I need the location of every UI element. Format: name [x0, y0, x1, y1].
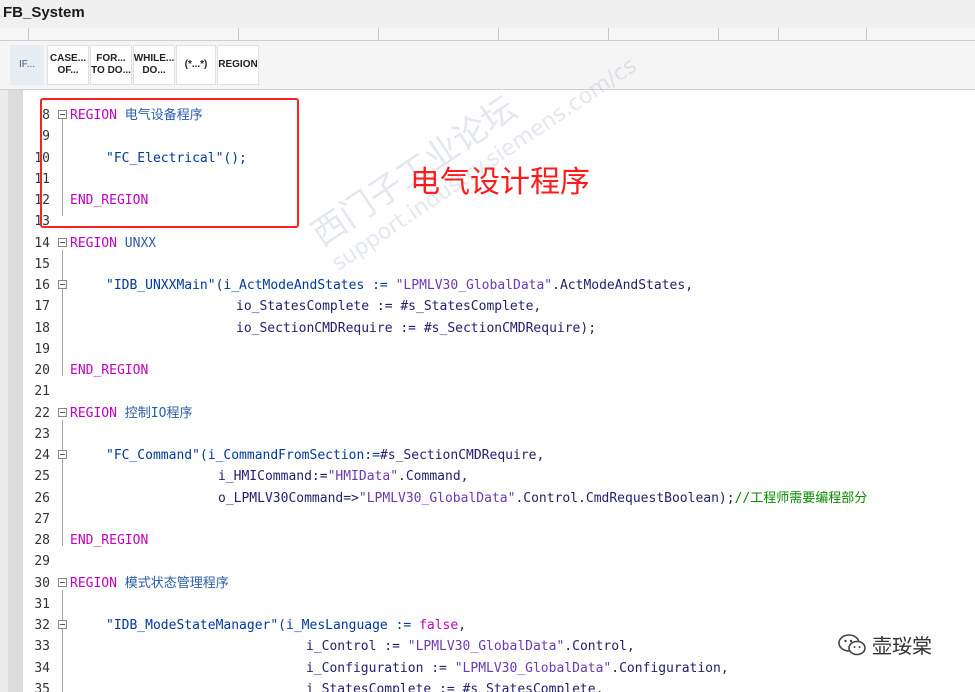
code-text: REGION 模式状态管理程序 — [70, 576, 229, 591]
line-number: 35 — [34, 682, 50, 692]
code-line: 28 END_REGION — [24, 530, 975, 551]
code-line: 20 END_REGION — [24, 360, 975, 381]
code-line: 18 io_SectionCMDRequire := #s_SectionCMD… — [24, 318, 975, 339]
code-text: "IDB_UNXXMain"(i_ActModeAndStates := "LP… — [106, 278, 694, 293]
code-line: 31 — [24, 594, 975, 615]
code-text: "FC_Command"(i_CommandFromSection:=#s_Se… — [106, 448, 545, 463]
logo-text: 壶珱棠 — [872, 634, 932, 658]
code-line: 33 i_Control := "LPMLV30_GlobalData".Con… — [24, 636, 975, 657]
line-number: 27 — [34, 512, 50, 527]
line-number: 19 — [34, 342, 50, 357]
line-number: 33 — [34, 639, 50, 654]
comment-button[interactable]: (*...*) — [176, 45, 216, 85]
header-cell — [718, 28, 779, 40]
line-number: 23 — [34, 427, 50, 442]
line-number: 18 — [34, 321, 50, 336]
if-button[interactable]: IF... — [10, 45, 44, 85]
collapse-icon[interactable] — [58, 620, 67, 629]
line-number: 28 — [34, 533, 50, 548]
line-number: 14 — [34, 236, 50, 251]
code-line: 22 REGION 控制IO程序 — [24, 403, 975, 424]
header-cell — [778, 28, 867, 40]
line-number: 24 — [34, 448, 50, 463]
code-text: REGION 控制IO程序 — [70, 406, 193, 421]
wechat-icon — [838, 633, 866, 655]
code-text: i_Control := "LPMLV30_GlobalData".Contro… — [306, 639, 635, 654]
button-label: DO... — [142, 65, 166, 76]
line-number: 25 — [34, 469, 50, 484]
code-text: i_StatesComplete := #s_StatesComplete, — [306, 682, 604, 692]
title-bar: FB_System — [0, 0, 975, 29]
line-number: 30 — [34, 576, 50, 591]
column-header-strip — [0, 28, 975, 41]
collapse-icon[interactable] — [58, 408, 67, 417]
code-text: o_LPMLV30Command=>"LPMLV30_GlobalData".C… — [218, 491, 868, 506]
code-line: 23 — [24, 424, 975, 445]
header-cell[interactable] — [866, 28, 975, 40]
header-cell — [0, 28, 29, 40]
code-line: 16 "IDB_UNXXMain"(i_ActModeAndStates := … — [24, 275, 975, 296]
line-number: 21 — [34, 384, 50, 399]
code-text: io_SectionCMDRequire := #s_SectionCMDReq… — [236, 321, 597, 336]
breakpoint-gutter[interactable] — [8, 90, 23, 692]
line-number: 15 — [34, 257, 50, 272]
code-text: END_REGION — [70, 533, 149, 548]
code-line: 35 i_StatesComplete := #s_StatesComplete… — [24, 679, 975, 692]
code-line: 30 REGION 模式状态管理程序 — [24, 573, 975, 594]
region-button[interactable]: REGION — [217, 45, 259, 85]
for-button[interactable]: FOR... TO DO... — [90, 45, 132, 85]
button-label: CASE... — [49, 53, 87, 64]
code-line: 27 — [24, 509, 975, 530]
highlight-box — [40, 98, 299, 228]
line-number: 34 — [34, 661, 50, 676]
code-line: 19 — [24, 339, 975, 360]
collapse-icon[interactable] — [58, 450, 67, 459]
button-label: OF... — [57, 65, 79, 76]
code-text: io_StatesComplete := #s_StatesComplete, — [236, 299, 542, 314]
line-number: 31 — [34, 597, 50, 612]
line-number: 32 — [34, 618, 50, 633]
collapse-icon[interactable] — [58, 238, 67, 247]
button-label: (*...*) — [184, 59, 208, 70]
collapse-icon[interactable] — [58, 578, 67, 587]
line-number: 20 — [34, 363, 50, 378]
code-line: 34 i_Configuration := "LPMLV30_GlobalDat… — [24, 658, 975, 679]
button-label: TO DO... — [91, 65, 131, 76]
button-label: WHILE... — [133, 53, 175, 64]
header-cell — [238, 28, 379, 40]
line-number: 17 — [34, 299, 50, 314]
code-text: "IDB_ModeStateManager"(i_MesLanguage := … — [106, 618, 467, 633]
instruction-toolbar: IF... CASE... OF... FOR... TO DO... WHIL… — [0, 41, 975, 90]
code-line: 14 REGION UNXX — [24, 233, 975, 254]
line-number: 29 — [34, 554, 50, 569]
code-line: 17 io_StatesComplete := #s_StatesComplet… — [24, 296, 975, 317]
line-number: 26 — [34, 491, 50, 506]
button-label: FOR... — [96, 53, 126, 64]
line-number: 16 — [34, 278, 50, 293]
code-line: 32 "IDB_ModeStateManager"(i_MesLanguage … — [24, 615, 975, 636]
code-line: 29 — [24, 551, 975, 572]
header-cell — [378, 28, 499, 40]
header-cell — [608, 28, 719, 40]
code-line: 26 o_LPMLV30Command=>"LPMLV30_GlobalData… — [24, 488, 975, 509]
code-line: 21 — [24, 381, 975, 402]
wechat-logo: 壶珱棠 — [838, 630, 932, 659]
code-text: END_REGION — [70, 363, 149, 378]
code-line: 25 i_HMICommand:="HMIData".Command, — [24, 466, 975, 487]
code-text: i_Configuration := "LPMLV30_GlobalData".… — [306, 661, 729, 676]
window-title: FB_System — [3, 4, 85, 21]
button-label: REGION — [218, 59, 258, 70]
line-number: 22 — [34, 406, 50, 421]
collapse-icon[interactable] — [58, 280, 67, 289]
code-text: REGION UNXX — [70, 236, 157, 251]
code-line: 15 — [24, 254, 975, 275]
header-cell — [28, 28, 239, 40]
case-button[interactable]: CASE... OF... — [47, 45, 89, 85]
code-text: i_HMICommand:="HMIData".Command, — [218, 469, 469, 484]
code-line: 24 "FC_Command"(i_CommandFromSection:=#s… — [24, 445, 975, 466]
while-button[interactable]: WHILE... DO... — [133, 45, 175, 85]
button-label: IF... — [18, 59, 36, 70]
